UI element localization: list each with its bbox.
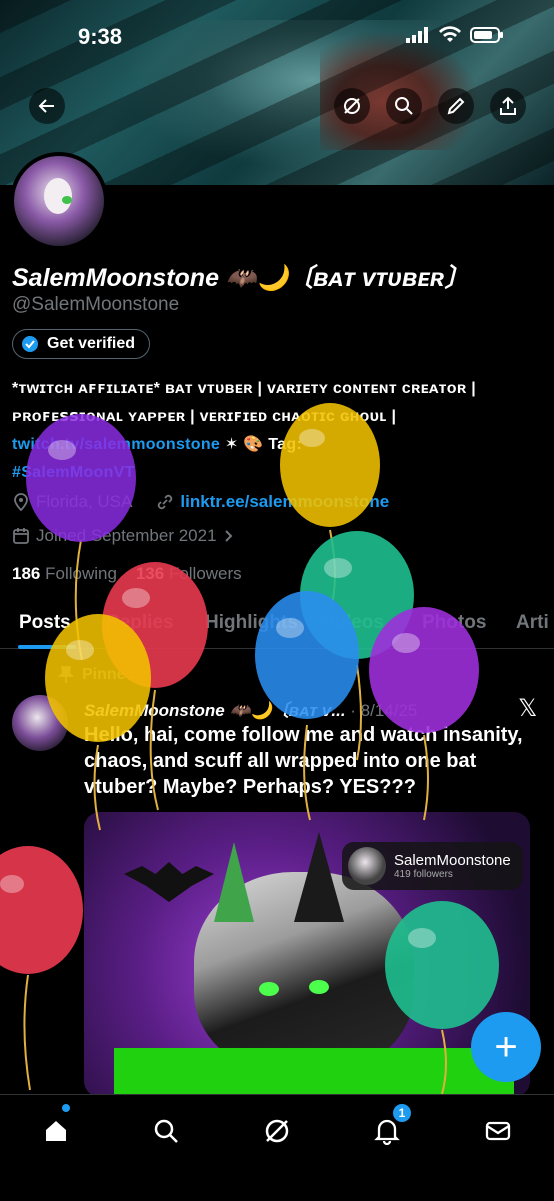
status-icons <box>406 26 504 44</box>
media-profile-chip: SalemMoonstone 419 followers <box>342 842 523 890</box>
followers-link[interactable]: 136 Followers <box>136 564 242 583</box>
vtuber-eye-right <box>309 980 329 994</box>
handle: @SalemMoonstone <box>12 294 180 315</box>
follow-counts: 186 Following 136 Followers <box>12 564 242 584</box>
profile-meta-row: Florida, USA linktr.ee/salemmoonstone <box>12 492 389 512</box>
post-text: Hello, hai, come follow me and watch ins… <box>84 724 523 798</box>
tab-posts[interactable]: Posts <box>19 612 71 634</box>
search-icon <box>154 1119 178 1143</box>
post-date[interactable]: · 8/14/25 <box>350 701 417 720</box>
grok-button[interactable] <box>334 88 370 124</box>
bell-icon <box>374 1119 400 1145</box>
share-button[interactable] <box>490 88 526 124</box>
nav-search[interactable] <box>144 1109 188 1153</box>
edit-button[interactable] <box>438 88 474 124</box>
profile-tabs: Posts Replies Highlights Videos Photos A… <box>0 598 554 649</box>
profile-avatar[interactable] <box>10 152 108 250</box>
mail-icon <box>485 1121 511 1141</box>
back-arrow-icon <box>38 99 54 113</box>
following-link[interactable]: 186 Following <box>12 564 117 583</box>
post-media[interactable]: SalemMoonstone 419 followers <box>84 812 530 1097</box>
chip-name: SalemMoonstone <box>394 852 511 869</box>
notification-badge: 1 <box>393 1104 411 1122</box>
search-button[interactable] <box>386 88 422 124</box>
home-icon <box>46 1121 66 1141</box>
status-time: 9:38 <box>78 24 123 49</box>
bio-text: *ᴛᴡɪᴛᴄʜ ᴀꜰꜰɪʟɪᴀᴛᴇ* ʙᴀᴛ ᴠᴛᴜʙᴇʀ | ᴠᴀʀɪᴇᴛʏ … <box>12 380 477 425</box>
tab-replies[interactable]: Replies <box>106 612 174 634</box>
wifi-icon <box>439 26 461 42</box>
calendar-icon <box>13 528 29 544</box>
location: Florida, USA <box>36 492 133 511</box>
tab-articles[interactable]: Arti <box>516 612 549 634</box>
bio: *ᴛᴡɪᴛᴄʜ ᴀꜰꜰɪʟɪᴀᴛᴇ* ʙᴀᴛ ᴠᴛᴜʙᴇʀ | ᴠᴀʀɪᴇᴛʏ … <box>12 375 547 487</box>
tab-photos[interactable]: Photos <box>422 612 486 634</box>
battery-icon <box>470 27 503 43</box>
bio-link[interactable]: twitch.tv/salemmoonstone <box>12 436 220 453</box>
followers-count: 136 <box>135 564 165 583</box>
get-verified-button[interactable]: Get verified <box>12 329 151 359</box>
followers-label: Followers <box>168 564 242 583</box>
grok-icon <box>344 98 360 114</box>
following-label: Following <box>45 564 117 583</box>
signal-icon <box>406 27 428 43</box>
home-unread-dot <box>62 1104 70 1112</box>
post-header: SalemMoonstone 🦇🌙〔ʙᴀᴛ ᴠ... · 8/14/25 <box>84 696 417 721</box>
balloon-red-left <box>0 846 83 1091</box>
tab-videos[interactable]: Videos <box>322 612 384 634</box>
pinned-indicator: Pinned <box>58 666 135 684</box>
bio-hashtag[interactable]: #SalemMoonVT <box>12 464 135 481</box>
status-bar: 9:38 <box>0 22 554 52</box>
nav-home[interactable] <box>34 1109 78 1153</box>
compose-post-button[interactable]: + <box>471 1012 541 1082</box>
pin-icon <box>58 666 74 683</box>
verified-badge-icon <box>22 336 38 352</box>
post-author-avatar[interactable] <box>12 695 68 751</box>
active-tab-indicator <box>18 645 76 649</box>
pencil-icon <box>447 97 465 115</box>
tab-highlights[interactable]: Highlights <box>205 612 298 634</box>
display-name: SalemMoonstone 🦇🌙〔ʙᴀᴛ ᴠᴛᴜʙᴇʀ〕 <box>12 264 470 292</box>
chip-followers: 419 followers <box>394 869 453 880</box>
bio-tag-text: ✶ 🎨 Tag: <box>220 436 303 453</box>
following-count: 186 <box>12 564 41 583</box>
nav-grok[interactable] <box>255 1109 299 1153</box>
pinned-label: Pinned <box>82 666 136 683</box>
green-screen-bar <box>114 1048 514 1097</box>
bat-graphic <box>124 862 214 902</box>
nav-messages[interactable] <box>476 1109 520 1153</box>
link-icon <box>158 494 173 510</box>
joined-row[interactable]: Joined September 2021 <box>12 526 235 546</box>
x-logo-icon[interactable]: 𝕏 <box>518 694 537 723</box>
joined-date: Joined September 2021 <box>36 526 217 545</box>
avatar-eye <box>62 196 72 204</box>
website-link[interactable]: linktr.ee/salemmoonstone <box>180 492 389 512</box>
get-verified-label: Get verified <box>47 335 136 352</box>
chip-avatar <box>348 847 386 885</box>
search-icon <box>395 97 413 115</box>
back-button[interactable] <box>29 88 65 124</box>
chevron-right-icon <box>224 530 232 542</box>
bottom-nav <box>0 1094 554 1201</box>
post-author-name[interactable]: SalemMoonstone 🦇🌙〔ʙᴀᴛ ᴠ... <box>84 701 346 720</box>
location-icon <box>14 493 28 511</box>
vtuber-eye-left <box>259 982 279 996</box>
share-icon <box>500 96 516 115</box>
grok-icon <box>265 1119 289 1143</box>
